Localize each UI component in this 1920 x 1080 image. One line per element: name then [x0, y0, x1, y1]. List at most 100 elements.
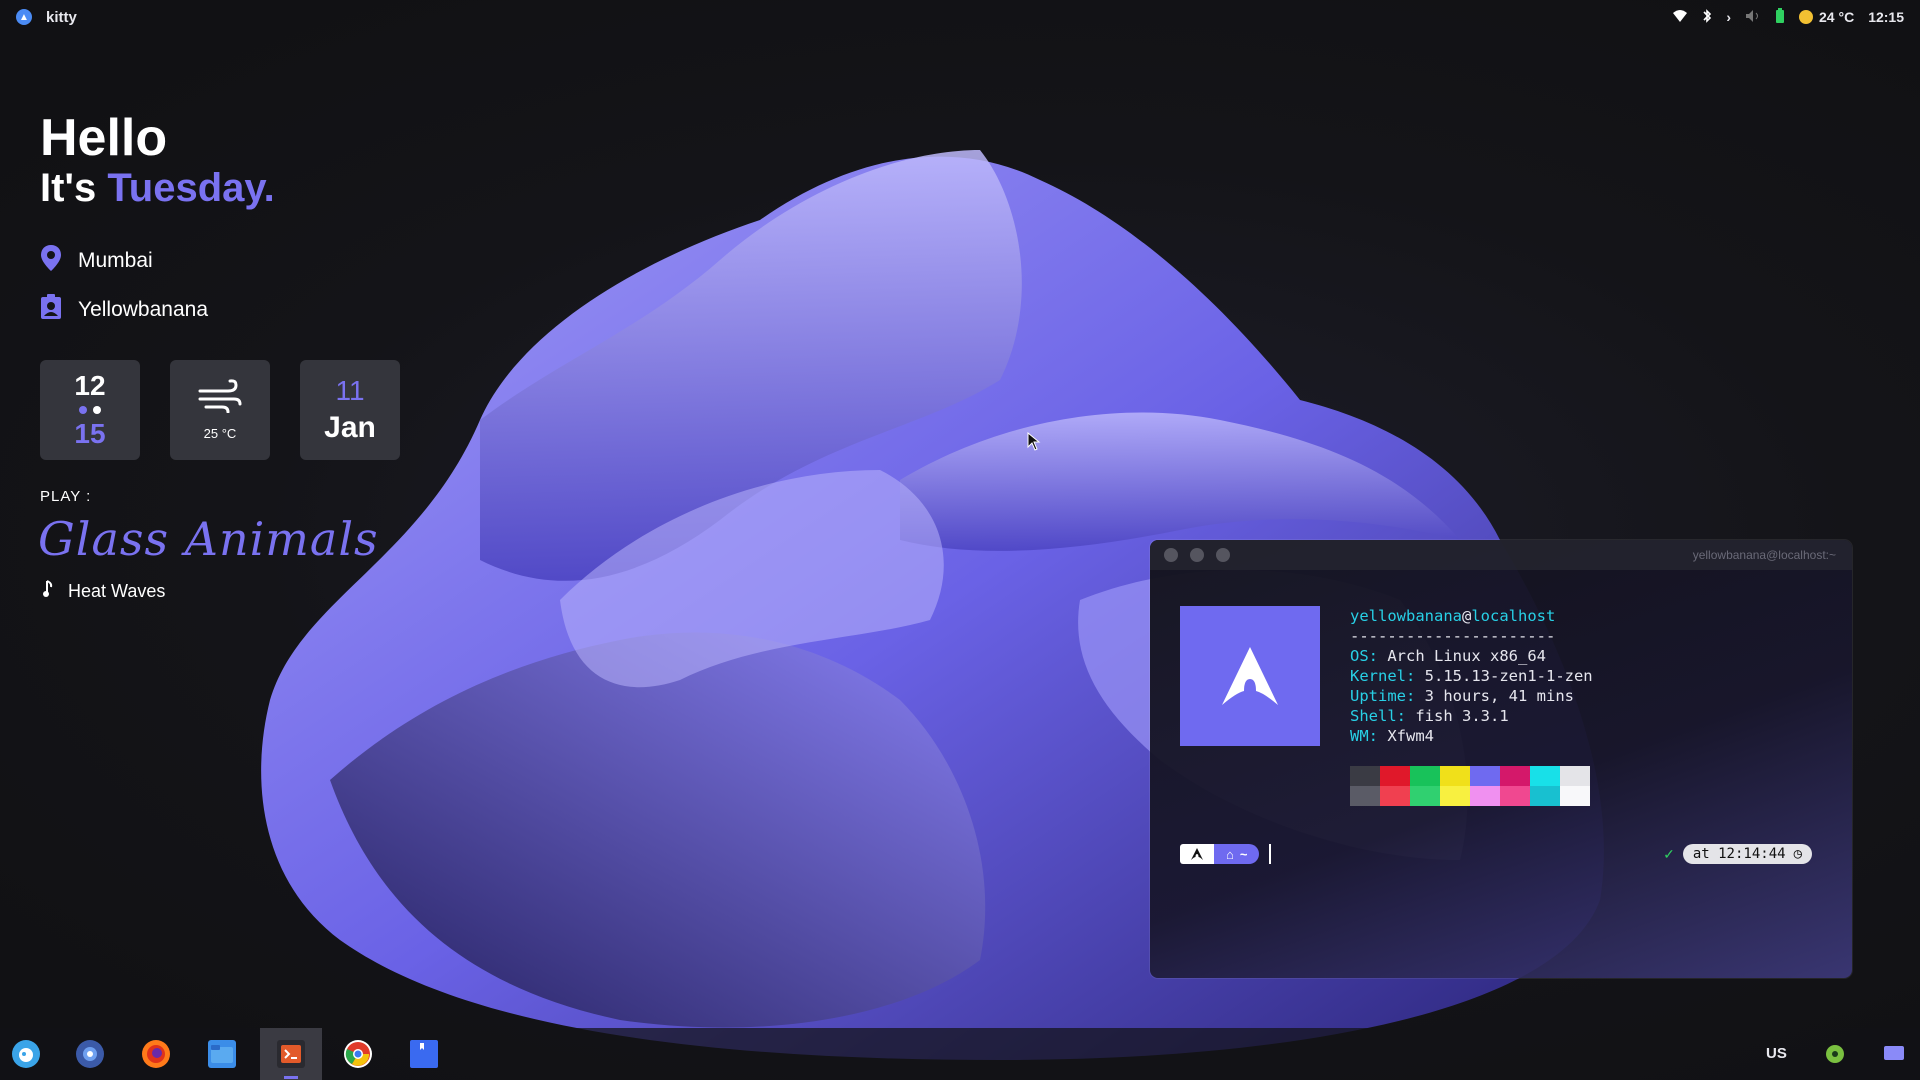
palette-swatch — [1470, 786, 1500, 806]
text-cursor — [1269, 844, 1272, 864]
neofetch-key: Shell — [1350, 707, 1397, 725]
clock-icon: ◷ — [1793, 846, 1802, 862]
status-check-icon: ✓ — [1663, 845, 1675, 862]
neofetch-separator: ---------------------- — [1350, 627, 1556, 645]
app-finder-icon[interactable] — [76, 1040, 104, 1068]
neofetch-value: 3 hours, 41 mins — [1424, 687, 1574, 705]
terminal-icon[interactable] — [277, 1040, 305, 1068]
arch-logo-icon: ▲ — [16, 9, 32, 25]
song-title: Heat Waves — [68, 581, 166, 601]
wifi-icon[interactable] — [1672, 9, 1688, 26]
sun-icon — [1799, 10, 1814, 24]
clock-tile: 12 15 — [40, 360, 140, 460]
palette-swatch — [1470, 766, 1500, 786]
minimize-button[interactable] — [1190, 548, 1204, 562]
bluetooth-icon[interactable] — [1702, 8, 1712, 27]
clock[interactable]: 12:15 — [1868, 9, 1904, 25]
greeting-day: Tuesday. — [107, 166, 275, 210]
bookmark-icon[interactable] — [410, 1040, 438, 1068]
palette-swatch — [1380, 766, 1410, 786]
status-indicator-icon[interactable] — [1826, 1045, 1844, 1063]
location-pin-icon — [40, 244, 62, 278]
neofetch-row: WM: Xfwm4 — [1350, 727, 1435, 745]
palette-swatch — [1350, 786, 1380, 806]
neofetch-key: WM — [1350, 727, 1369, 745]
chrome-icon[interactable] — [344, 1040, 372, 1068]
arch-linux-logo — [1180, 606, 1320, 746]
user-label: Yellowbanana — [78, 298, 209, 321]
palette-swatch — [1560, 766, 1590, 786]
terminal-window[interactable]: yellowbanana@localhost:~ yellowbanana@lo… — [1150, 540, 1852, 978]
palette-swatch — [1380, 786, 1410, 806]
date-month: Jan — [324, 411, 376, 444]
neofetch-key: Kernel — [1350, 667, 1406, 685]
neofetch-key: OS — [1350, 647, 1369, 665]
neofetch-at: @ — [1461, 607, 1472, 625]
weather-temp: 24 °C — [1819, 9, 1855, 25]
clock-separator — [79, 406, 101, 414]
palette-swatch — [1350, 766, 1380, 786]
palette-swatch — [1410, 766, 1440, 786]
firefox-icon[interactable] — [142, 1040, 170, 1068]
whisker-menu-icon[interactable] — [12, 1040, 40, 1068]
top-panel: ▲ kitty › 24 °C 12:15 — [0, 0, 1920, 34]
palette-swatch — [1410, 786, 1440, 806]
terminal-titlebar[interactable]: yellowbanana@localhost:~ — [1150, 540, 1852, 570]
neofetch-info: yellowbanana@localhost -----------------… — [1350, 606, 1593, 746]
system-tray: › 24 °C 12:15 — [1672, 0, 1904, 34]
palette-swatch — [1530, 766, 1560, 786]
artist-name: Glass Animals — [38, 512, 379, 566]
clock-hour: 12 — [74, 370, 106, 401]
files-icon[interactable] — [208, 1040, 236, 1068]
neofetch-host: localhost — [1471, 607, 1556, 625]
palette-swatch — [1500, 786, 1530, 806]
date-day: 11 — [335, 375, 365, 406]
neofetch-row: Kernel: 5.15.13-zen1-1-zen — [1350, 667, 1593, 685]
neofetch-value: Xfwm4 — [1387, 727, 1435, 745]
user-badge-icon — [40, 294, 62, 326]
location-row: Mumbai — [40, 244, 153, 278]
greeting-title: Hello — [40, 109, 168, 167]
battery-icon[interactable] — [1775, 7, 1785, 27]
mouse-cursor-icon — [1027, 431, 1041, 457]
keyboard-layout[interactable]: US — [1766, 1045, 1787, 1062]
neofetch-row: Shell: fish 3.3.1 — [1350, 707, 1509, 725]
prompt-os-segment — [1180, 844, 1214, 864]
prompt-time-pill: at 12:14:44 ◷ — [1682, 844, 1812, 864]
palette-swatch — [1500, 766, 1530, 786]
arch-prompt-icon — [1191, 848, 1203, 860]
prompt-time: at 12:14:44 — [1692, 846, 1786, 862]
prompt-dir-segment: ⌂ ~ — [1214, 844, 1260, 864]
user-row: Yellowbanana — [40, 294, 208, 326]
terminal-title: yellowbanana@localhost:~ — [1692, 548, 1836, 562]
workspace-switcher-icon[interactable] — [1884, 1046, 1904, 1060]
greeting-its: It's — [40, 166, 97, 210]
palette-swatch — [1560, 786, 1590, 806]
neofetch-row: Uptime: 3 hours, 41 mins — [1350, 687, 1574, 705]
weather-tile: 25 °C — [170, 360, 270, 460]
clock-minute: 15 — [74, 418, 106, 449]
palette-swatch — [1440, 786, 1470, 806]
date-tile: 11 Jan — [300, 360, 400, 460]
active-app-indicator — [284, 1076, 298, 1079]
wind-icon — [198, 379, 242, 418]
close-button[interactable] — [1164, 548, 1178, 562]
palette-swatch — [1440, 766, 1470, 786]
weather-indicator[interactable]: 24 °C — [1799, 9, 1854, 25]
volume-muted-icon[interactable] — [1745, 9, 1761, 26]
greeting-widget: Hello It's Tuesday. — [40, 110, 275, 210]
active-window-indicator[interactable]: ▲ kitty — [16, 9, 77, 26]
color-palette — [1350, 766, 1590, 806]
neofetch-value: Arch Linux x86_64 — [1387, 647, 1546, 665]
maximize-button[interactable] — [1216, 548, 1230, 562]
shell-prompt[interactable]: ⌂ ~ — [1180, 844, 1272, 864]
weather-tile-temp: 25 °C — [203, 426, 237, 441]
neofetch-key: Uptime — [1350, 687, 1406, 705]
palette-swatch — [1530, 786, 1560, 806]
prompt-right-status: ✓ at 12:14:44 ◷ — [1663, 844, 1812, 864]
neofetch-user: yellowbanana — [1350, 607, 1462, 625]
prompt-dir: ~ — [1239, 846, 1248, 862]
neofetch-header: yellowbanana@localhost — [1350, 606, 1593, 626]
chevron-right-icon[interactable]: › — [1726, 9, 1731, 25]
greeting-day-line: It's Tuesday. — [40, 166, 275, 210]
